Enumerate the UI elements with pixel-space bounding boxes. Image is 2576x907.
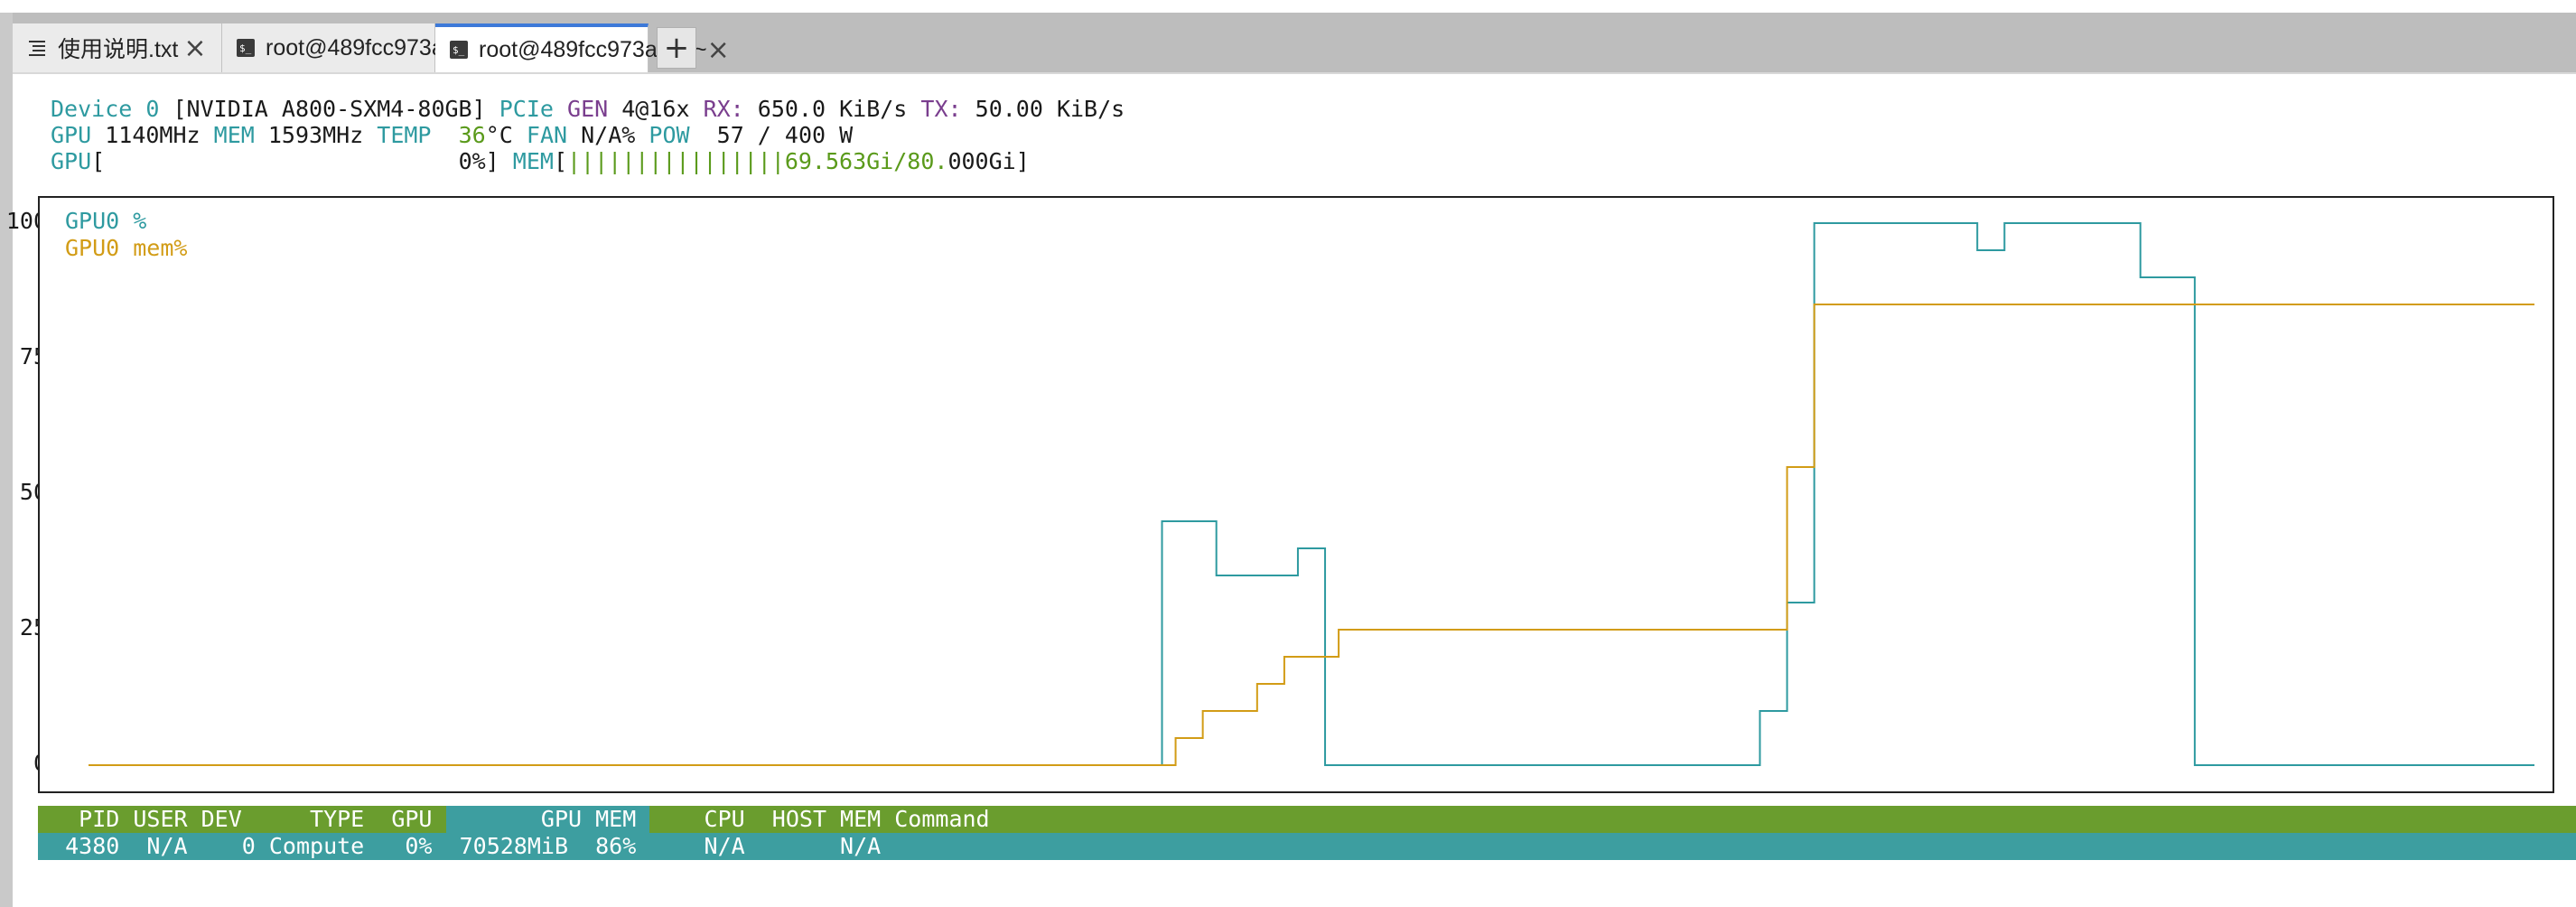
fan-value: N/A% — [581, 122, 636, 148]
terminal-area[interactable]: Device 0 [NVIDIA A800-SXM4-80GB] PCIe GE… — [6, 83, 2576, 907]
process-table-header: PID USER DEV TYPE GPU GPU MEM CPU HOST M… — [38, 806, 2576, 833]
mem-clock-label: MEM — [213, 122, 255, 148]
mem-total-value: 000Gi] — [947, 148, 1030, 174]
tab-terminal-2[interactable]: $_ root@489fcc973ac9: ~ × — [435, 23, 730, 72]
new-tab-button[interactable]: + — [657, 27, 696, 69]
gpu-clock-label: GPU — [51, 122, 92, 148]
gpu-clock-value: 1140MHz — [105, 122, 201, 148]
device-name: [NVIDIA A800-SXM4-80GB] — [173, 96, 486, 122]
svg-text:$_: $_ — [239, 42, 252, 54]
mem-clock-value: 1593MHz — [267, 122, 364, 148]
legend-gpu-util: GPU0 % — [65, 208, 147, 234]
clocks-line: GPU 1140MHz MEM 1593MHz TEMP 36°C FAN N/… — [51, 122, 853, 149]
chart-canvas — [89, 222, 2534, 766]
terminal-icon: $_ — [450, 40, 468, 60]
tx-value: 50.00 KiB/s — [975, 96, 1125, 122]
header-gpu-mem-column[interactable]: GPU MEM — [445, 806, 650, 833]
fan-label: FAN — [526, 122, 568, 148]
gpu-history-chart — [38, 196, 2554, 793]
pcie-label: PCIe — [499, 96, 554, 122]
tab-bar: 使用说明.txt × $_ root@489fcc973ac9: ~ × $_ … — [13, 13, 2576, 74]
mem-util-bar: |||||||||||||||| — [567, 148, 785, 174]
rx-label: RX: — [703, 96, 744, 122]
process-row[interactable]: 4380 N/A 0 Compute 0% 70528MiB 86% N/A N… — [38, 833, 2576, 860]
tab-readme[interactable]: 使用说明.txt × — [13, 23, 222, 72]
svg-text:$_: $_ — [453, 44, 465, 56]
mem-used-value: 69.563Gi/80. — [784, 148, 948, 174]
close-tab-icon[interactable]: × — [182, 33, 209, 64]
tab-label: 使用说明.txt — [58, 37, 179, 62]
text-file-icon — [27, 38, 47, 58]
mem-util-label: MEM — [512, 148, 554, 174]
device-info-line: Device 0 [NVIDIA A800-SXM4-80GB] PCIe GE… — [51, 96, 1125, 123]
gpu-mem-series-line — [89, 304, 2534, 766]
device-label: Device 0 — [51, 96, 160, 122]
gen-label: GEN — [567, 96, 609, 122]
header-columns-right: CPU HOST MEM Command — [649, 806, 990, 832]
header-columns-left: PID USER DEV TYPE GPU — [38, 806, 446, 832]
gen-value: 4@16x — [621, 96, 690, 122]
gpu-util-label: GPU — [51, 148, 92, 174]
temp-value: 36 — [458, 122, 486, 148]
gpu-util-value: 0%] — [458, 148, 499, 174]
tab-terminal-1[interactable]: $_ root@489fcc973ac9: ~ × — [222, 23, 517, 72]
close-tab-icon[interactable]: × — [707, 34, 730, 66]
temp-label: TEMP — [377, 122, 432, 148]
temp-unit: °C — [485, 122, 513, 148]
power-value: 57 / 400 W — [716, 122, 854, 148]
power-label: POW — [649, 122, 690, 148]
terminal-icon: $_ — [237, 38, 255, 58]
mem-util-bar-open: [ — [553, 148, 567, 174]
tx-label: TX: — [920, 96, 962, 122]
rx-value: 650.0 KiB/s — [757, 96, 908, 122]
utilization-line: GPU[ 0%] MEM[||||||||||||||||69.563Gi/80… — [51, 148, 1030, 175]
legend-gpu-mem: GPU0 mem% — [65, 235, 188, 261]
gpu-util-bar-open: [ — [91, 148, 106, 174]
